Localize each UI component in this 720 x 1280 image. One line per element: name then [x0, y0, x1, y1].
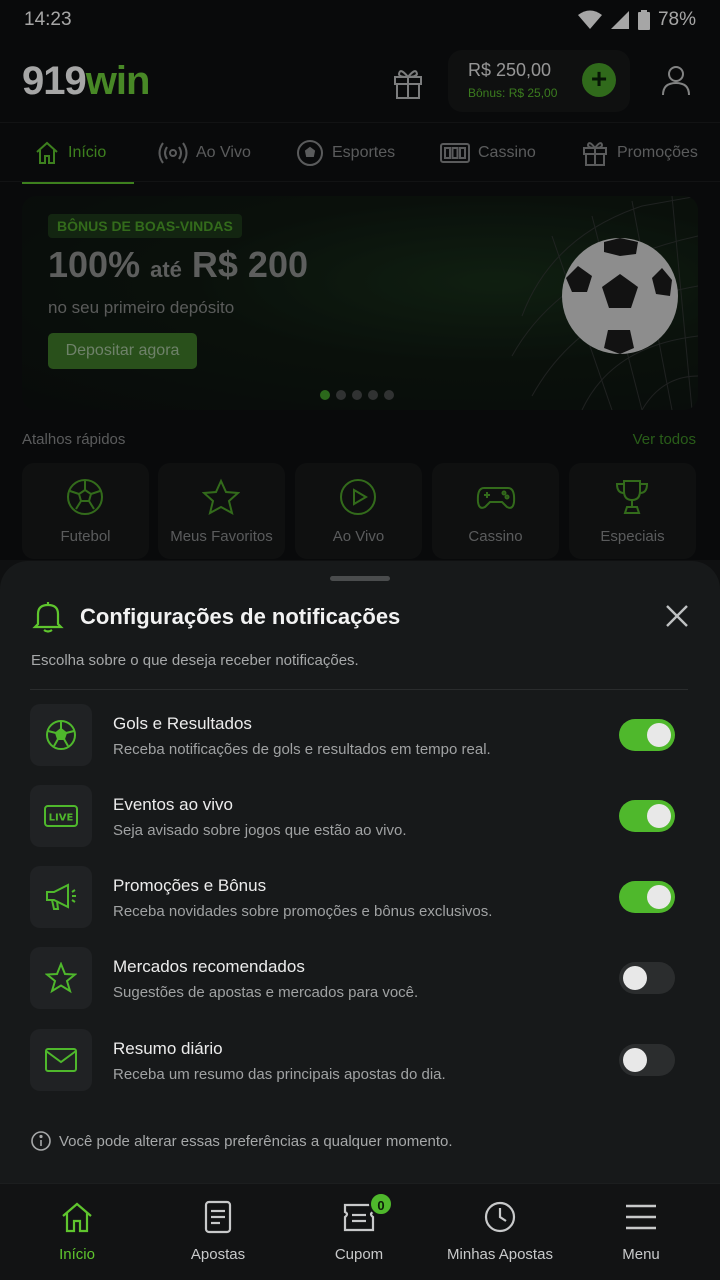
sheet-drag-handle[interactable] — [330, 576, 390, 581]
row-description: Receba um resumo das principais apostas … — [113, 1066, 446, 1083]
toggle-knob — [647, 723, 671, 747]
row-title: Resumo diário — [113, 1039, 223, 1058]
mail-icon — [45, 1048, 77, 1072]
row-icon-box — [30, 866, 92, 928]
row-icon-box: LIVE — [30, 785, 92, 847]
row-title: Gols e Resultados — [113, 714, 252, 733]
star-icon — [45, 962, 77, 994]
bottom-nav-label: Menu — [622, 1246, 660, 1263]
toggle-promocoes[interactable] — [619, 881, 675, 913]
bottom-nav-minhas-apostas[interactable]: Minhas Apostas — [428, 1184, 572, 1280]
row-description: Seja avisado sobre jogos que estão ao vi… — [113, 822, 407, 839]
toggle-knob — [647, 885, 671, 909]
clock-icon — [484, 1201, 516, 1233]
bell-icon — [32, 602, 64, 633]
row-title: Promoções e Bônus — [113, 876, 267, 895]
bottom-nav-apostas[interactable]: Apostas — [146, 1184, 290, 1280]
info-text: Você pode alterar essas preferências a q… — [59, 1132, 453, 1150]
row-icon-box — [30, 1029, 92, 1091]
notification-row-mercados: Mercados recomendados Sugestões de apost… — [30, 947, 690, 1009]
info-icon — [31, 1131, 51, 1151]
coupon-count-badge: 0 — [369, 1192, 393, 1216]
row-description: Receba novidades sobre promoções e bônus… — [113, 903, 493, 920]
notification-row-promocoes: Promoções e Bônus Receba novidades sobre… — [30, 866, 690, 928]
bottom-nav-cupom[interactable]: 0 Cupom — [287, 1184, 431, 1280]
notification-row-gols: Gols e Resultados Receba notificações de… — [30, 704, 690, 766]
notification-row-eventos: LIVE Eventos ao vivo Seja avisado sobre … — [30, 785, 690, 847]
bottom-nav-label: Cupom — [334, 1246, 384, 1263]
notification-settings-sheet: Configurações de notificações Escolha so… — [0, 561, 720, 1183]
bottom-nav-label: Início — [59, 1246, 95, 1263]
divider — [30, 689, 688, 690]
toggle-gols[interactable] — [619, 719, 675, 751]
row-icon-box — [30, 947, 92, 1009]
row-icon-box — [30, 704, 92, 766]
dim-overlay[interactable] — [0, 0, 720, 560]
close-icon[interactable] — [664, 603, 690, 629]
bottom-nav-label: Apostas — [190, 1246, 246, 1263]
svg-text:LIVE: LIVE — [49, 813, 74, 824]
hamburger-icon — [626, 1204, 656, 1230]
toggle-mercados[interactable] — [619, 962, 675, 994]
megaphone-icon — [46, 883, 76, 910]
toggle-eventos[interactable] — [619, 800, 675, 832]
document-icon — [204, 1200, 232, 1234]
toggle-knob — [623, 966, 647, 990]
sheet-description: Escolha sobre o que deseja receber notif… — [31, 652, 359, 669]
bottom-nav-inicio[interactable]: Início — [5, 1184, 149, 1280]
home-icon — [62, 1202, 92, 1233]
notification-row-resumo: Resumo diário Receba um resumo das princ… — [30, 1029, 690, 1091]
row-description: Receba notificações de gols e resultados… — [113, 741, 491, 758]
sheet-title: Configurações de notificações — [80, 604, 401, 629]
info-note: Você pode alterar essas preferências a q… — [31, 1131, 453, 1151]
row-description: Sugestões de apostas e mercados para voc… — [113, 984, 419, 1001]
live-badge-icon: LIVE — [44, 805, 78, 827]
bottom-nav-label: Minhas Apostas — [447, 1246, 553, 1263]
bottom-nav: Início Apostas 0 Cupom Minhas Apostas Me… — [0, 1183, 720, 1280]
toggle-knob — [623, 1048, 647, 1072]
toggle-knob — [647, 804, 671, 828]
toggle-resumo[interactable] — [619, 1044, 675, 1076]
soccer-ball-icon — [46, 720, 76, 750]
row-title: Mercados recomendados — [113, 957, 305, 976]
bottom-nav-menu[interactable]: Menu — [569, 1184, 713, 1280]
row-title: Eventos ao vivo — [113, 795, 234, 814]
